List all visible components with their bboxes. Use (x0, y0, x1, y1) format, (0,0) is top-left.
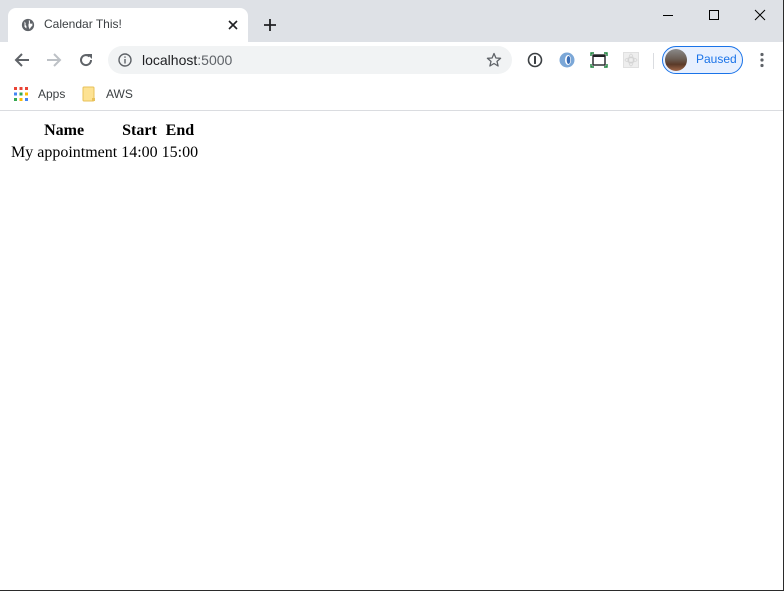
close-icon (754, 9, 766, 21)
extension-grey[interactable] (621, 50, 641, 70)
column-header-end: End (165, 122, 195, 139)
url-host: localhost (142, 52, 198, 68)
table-row: My appointment 14:00 15:00 (10, 143, 199, 163)
browser-toolbar: localhost:5000 Paused (0, 42, 783, 78)
extension-screenshot[interactable] (589, 50, 609, 70)
close-window-button[interactable] (737, 0, 783, 30)
reload-icon (80, 54, 93, 67)
browser-window: Calendar This! localhost:5000 Paused App… (0, 0, 784, 591)
table-header-row: Name Start End (10, 121, 199, 141)
page-content: Name Start End My appointment 14:00 15:0… (0, 111, 783, 590)
appointments-table: Name Start End My appointment 14:00 15:0… (8, 119, 201, 165)
profile-button[interactable]: Paused (662, 46, 743, 74)
address-bar[interactable]: localhost:5000 (108, 46, 512, 74)
1password-icon (527, 52, 543, 68)
new-tab-button[interactable] (259, 14, 281, 36)
tab-title: Calendar This! (44, 17, 122, 31)
more-vert-icon (760, 52, 764, 68)
globe-icon (21, 18, 35, 32)
column-header-start: Start (122, 122, 157, 139)
plus-icon (264, 19, 276, 31)
forward-button[interactable] (40, 46, 68, 74)
arrow-right-icon (47, 53, 62, 67)
extension-1password[interactable] (525, 50, 545, 70)
browser-menu-button[interactable] (752, 50, 772, 70)
maximize-button[interactable] (691, 0, 737, 30)
arrow-left-icon (14, 53, 29, 67)
minimize-icon (663, 15, 673, 16)
avatar (665, 49, 687, 71)
maximize-icon (709, 10, 719, 20)
close-icon (228, 20, 238, 30)
toolbar-separator (653, 53, 654, 69)
info-icon[interactable] (118, 53, 132, 67)
screenshot-icon (590, 52, 608, 68)
cell-start: 14:00 (121, 144, 158, 161)
back-button[interactable] (8, 46, 36, 74)
tab-calendar-this[interactable]: Calendar This! (8, 8, 248, 42)
folder-icon (82, 86, 95, 102)
star-icon[interactable] (486, 52, 502, 68)
apps-grid-icon (14, 87, 28, 101)
reload-button[interactable] (72, 46, 100, 74)
url-text: localhost:5000 (142, 52, 232, 68)
column-header-name: Name (44, 122, 85, 139)
minimize-button[interactable] (645, 0, 691, 30)
tab-close-button[interactable] (224, 16, 242, 34)
extension-blue[interactable] (557, 50, 577, 70)
cell-name: My appointment (11, 144, 118, 161)
bookmark-label: Apps (38, 87, 66, 101)
url-port: :5000 (197, 52, 233, 68)
cell-end: 15:00 (161, 144, 199, 161)
extension-grey-icon (623, 52, 639, 68)
bookmarks-bar: Apps AWS (0, 78, 783, 111)
tab-strip: Calendar This! (0, 0, 783, 42)
bookmark-label: AWS (106, 87, 133, 101)
bookmark-aws[interactable]: AWS (82, 84, 133, 104)
profile-status-label: Paused (696, 52, 737, 66)
extension-blue-icon (559, 52, 575, 68)
bookmark-apps[interactable]: Apps (14, 84, 65, 104)
